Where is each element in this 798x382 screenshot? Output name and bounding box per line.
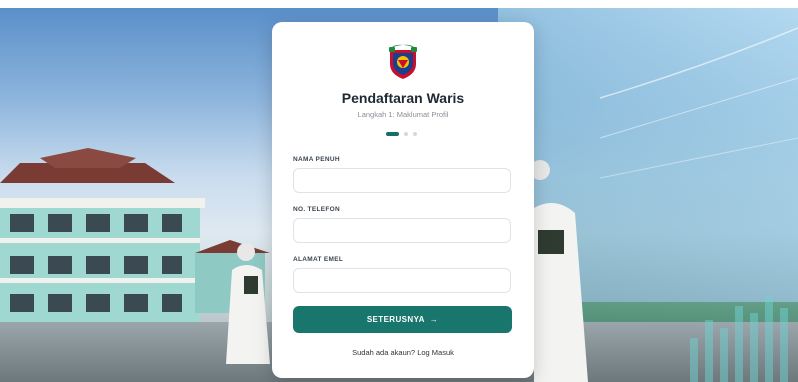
- login-link[interactable]: Log Masuk: [417, 348, 454, 357]
- login-prompt-text: Sudah ada akaun?: [352, 348, 416, 357]
- registration-card: Pendaftaran Waris Langkah 1: Maklumat Pr…: [272, 22, 534, 378]
- school-crest-icon: [389, 44, 417, 79]
- page-title: Pendaftaran Waris: [341, 90, 465, 106]
- step-subtitle: Langkah 1: Maklumat Profil: [357, 110, 449, 119]
- next-button[interactable]: SETERUSNYA →: [293, 306, 512, 333]
- email-input[interactable]: [293, 268, 511, 293]
- next-button-label: SETERUSNYA: [366, 315, 425, 324]
- step-dot-2: [404, 132, 408, 136]
- login-prompt: Sudah ada akaun? Log Masuk: [272, 348, 534, 357]
- arrow-right-icon: →: [429, 315, 439, 324]
- phone-input[interactable]: [293, 218, 511, 243]
- name-label: NAMA PENUH: [293, 156, 340, 163]
- step-dot-1: [386, 132, 399, 136]
- name-input[interactable]: [293, 168, 511, 193]
- email-label: ALAMAT EMEL: [293, 256, 344, 263]
- step-dot-3: [413, 132, 417, 136]
- phone-label: NO. TELEFON: [293, 206, 340, 213]
